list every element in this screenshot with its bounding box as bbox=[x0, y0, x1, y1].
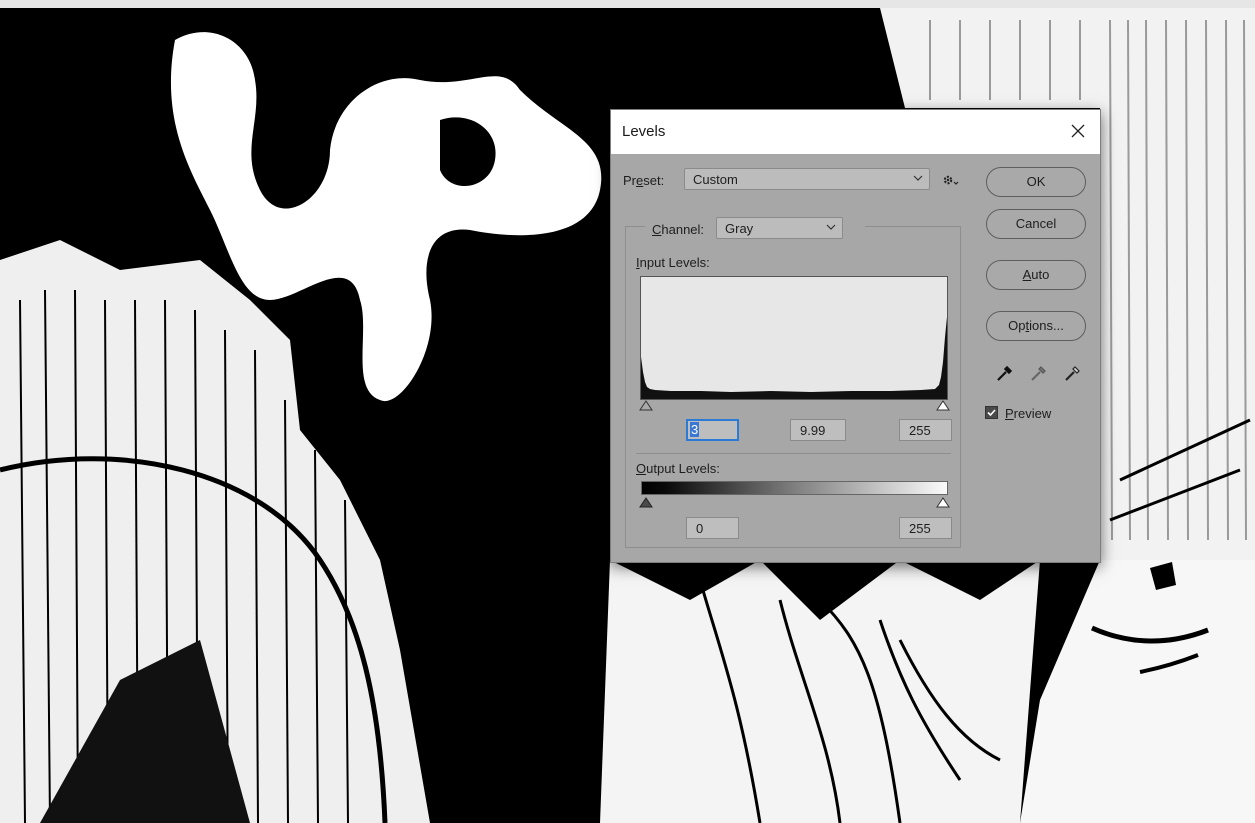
dialog-titlebar[interactable]: Levels bbox=[611, 110, 1100, 154]
checkmark-icon bbox=[987, 409, 996, 417]
histogram bbox=[640, 276, 948, 400]
input-black-slider[interactable] bbox=[639, 400, 653, 411]
chevron-down-icon bbox=[913, 175, 923, 181]
preview-label[interactable]: Preview bbox=[1005, 406, 1051, 421]
close-button[interactable] bbox=[1058, 112, 1098, 152]
input-gamma-field[interactable]: 9.99 bbox=[790, 419, 846, 441]
input-levels-label: Input Levels: bbox=[636, 255, 710, 270]
dialog-title: Levels bbox=[622, 123, 666, 140]
histogram-plot bbox=[641, 317, 947, 399]
close-icon bbox=[1071, 124, 1085, 138]
gray-eyedropper-icon[interactable] bbox=[1029, 365, 1047, 383]
output-black-slider[interactable] bbox=[639, 497, 653, 508]
preset-label: Preset: bbox=[623, 173, 665, 188]
options-button[interactable]: Options... bbox=[986, 311, 1086, 341]
output-white-field[interactable]: 255 bbox=[899, 517, 952, 539]
black-eyedropper-icon[interactable] bbox=[995, 365, 1013, 383]
input-black-field[interactable]: 3 bbox=[686, 419, 739, 441]
output-black-field[interactable]: 0 bbox=[686, 517, 739, 539]
cancel-button[interactable]: Cancel bbox=[986, 209, 1086, 239]
output-gradient-bar bbox=[641, 481, 948, 495]
gear-icon[interactable] bbox=[942, 174, 960, 186]
white-eyedropper-icon[interactable] bbox=[1063, 365, 1081, 383]
ok-button[interactable]: OK bbox=[986, 167, 1086, 197]
chevron-down-icon bbox=[826, 224, 836, 230]
input-white-slider[interactable] bbox=[936, 400, 950, 411]
channel-dropdown[interactable]: Gray bbox=[716, 217, 843, 239]
group-divider bbox=[636, 453, 951, 454]
preview-checkbox[interactable] bbox=[985, 406, 998, 419]
auto-button[interactable]: Auto bbox=[986, 260, 1086, 290]
channel-label: Channel: bbox=[652, 222, 705, 237]
output-white-slider[interactable] bbox=[936, 497, 950, 508]
output-levels-label: Output Levels: bbox=[636, 461, 720, 476]
input-white-field[interactable]: 255 bbox=[899, 419, 952, 441]
levels-dialog: Levels Preset: Custom OK Cancel Auto Opt… bbox=[610, 109, 1101, 563]
preset-dropdown[interactable]: Custom bbox=[684, 168, 930, 190]
